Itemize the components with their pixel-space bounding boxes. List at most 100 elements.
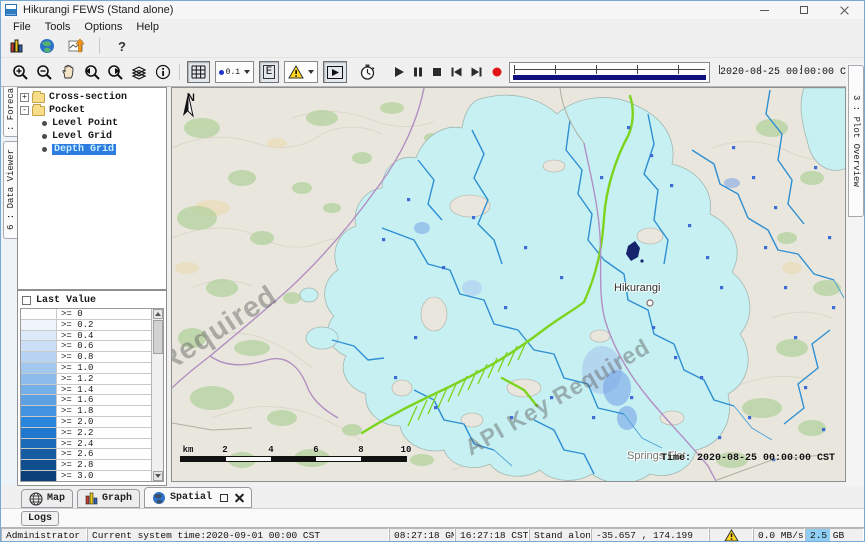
zoom-in-button[interactable] (11, 62, 30, 82)
legend-swatch (21, 352, 57, 362)
tree-item-depth-grid[interactable]: Depth Grid (42, 143, 164, 156)
tab-logs[interactable]: Logs (21, 511, 59, 526)
legend-label: >= 3.0 (57, 471, 93, 481)
legend-label: >= 2.2 (57, 428, 93, 438)
info-button[interactable] (154, 62, 172, 82)
legend-label: >= 2.6 (57, 449, 93, 459)
pause-button[interactable] (411, 62, 425, 82)
scale-unit: km (183, 445, 194, 455)
animation-settings-button[interactable] (358, 62, 377, 82)
legend-swatch (21, 309, 57, 319)
legend-swatch (21, 417, 57, 427)
zoom-in-icon (12, 64, 29, 81)
legend-swatch (21, 331, 57, 341)
stop-button[interactable] (430, 62, 444, 82)
pan-button[interactable] (59, 62, 77, 82)
legend-label: >= 1.8 (57, 406, 93, 416)
legend-swatch (21, 363, 57, 373)
legend-swatch (21, 385, 57, 395)
label-toggle-button[interactable]: E (259, 61, 279, 83)
grid-display-button[interactable] (187, 61, 210, 83)
legend-row: >= 0.8 (21, 352, 163, 363)
tab-data-viewer[interactable]: 6 : Data Viewer (3, 141, 17, 239)
record-button[interactable] (489, 62, 503, 82)
menu-file[interactable]: File (6, 20, 38, 34)
bottom-tab-bar: Map Graph Spatial (1, 486, 864, 509)
layers-icon (131, 65, 148, 80)
zoom-previous-button[interactable] (82, 62, 101, 82)
menu-bar: File Tools Options Help (1, 19, 864, 35)
zoom-out-button[interactable] (35, 62, 54, 82)
close-panel-icon[interactable] (235, 493, 244, 502)
animation-panel-button[interactable] (323, 61, 347, 83)
time-slider[interactable] (509, 62, 710, 83)
maximize-panel-icon[interactable] (220, 494, 228, 502)
status-warning[interactable] (709, 528, 753, 542)
tab-forecast[interactable]: 5 : Forecast (3, 87, 17, 137)
status-bar: Administrator Current system time:2020-0… (1, 528, 864, 542)
legend-label: >= 1.0 (57, 363, 93, 373)
logs-row: Logs (1, 509, 864, 528)
tree-item-pocket[interactable]: - Pocket (20, 104, 164, 117)
menu-options[interactable]: Options (77, 20, 129, 34)
scrollbar-thumb[interactable] (153, 320, 163, 354)
tab-spatial[interactable]: Spatial (144, 487, 252, 508)
pause-icon (412, 66, 424, 78)
maximize-button[interactable] (784, 1, 824, 19)
legend-row: >= 2.0 (21, 417, 163, 428)
legend-scrollbar[interactable] (151, 309, 163, 481)
window-title: Hikurangi FEWS (Stand alone) (23, 4, 173, 16)
status-gmt-time: 08:27:18 GMT (389, 528, 455, 542)
last-value-checkbox[interactable] (22, 296, 31, 305)
skip-start-icon (450, 66, 463, 78)
step-first-button[interactable] (449, 62, 464, 82)
step-last-button[interactable] (469, 62, 484, 82)
right-tab-strip: 3 : Plot Overview (846, 63, 865, 486)
status-system-time: Current system time:2020-09-01 00:00 CST (87, 528, 389, 542)
legend-row: >= 0.6 (21, 341, 163, 352)
town-marker (647, 300, 653, 306)
legend-label: >= 1.6 (57, 395, 93, 405)
legend-swatch (21, 320, 57, 330)
layers-button[interactable] (130, 62, 149, 82)
tree-item-cross-section[interactable]: + Cross-section (20, 91, 164, 104)
help-button[interactable]: ? (112, 36, 132, 56)
minimize-button[interactable] (744, 1, 784, 19)
tab-graph[interactable]: Graph (77, 489, 140, 508)
tab-map[interactable]: Map (21, 489, 73, 508)
scroll-up-icon[interactable] (153, 309, 163, 319)
title-bar[interactable]: Hikurangi FEWS (Stand alone) (1, 1, 864, 19)
tree-item-level-point[interactable]: Level Point (42, 117, 164, 130)
hand-icon (60, 64, 76, 80)
legend-panel: Last Value >= 0 >= 0.2 >= 0.4 >= 0.6 >= … (17, 290, 167, 486)
warning-threshold-dropdown[interactable] (284, 61, 318, 83)
zoom-next-button[interactable] (106, 62, 125, 82)
class-interval-dropdown[interactable]: 0.1 (215, 61, 254, 83)
layer-tree-panel: + Cross-section - Pocket Level Point Lev… (17, 87, 167, 290)
warning-icon (288, 65, 304, 79)
grid-icon (191, 65, 206, 80)
scroll-down-icon[interactable] (153, 471, 163, 481)
legend-row: >= 0.4 (21, 331, 163, 342)
database-explorer-button[interactable] (7, 36, 27, 56)
city-label: Hikurangi (614, 282, 660, 294)
scale-bar: km 2 4 6 8 10 (180, 445, 420, 467)
play-button[interactable] (392, 62, 406, 82)
record-icon (491, 66, 503, 78)
globe-icon (152, 491, 166, 505)
menu-tools[interactable]: Tools (38, 20, 78, 34)
close-button[interactable] (824, 1, 864, 19)
tab-plot-overview[interactable]: 3 : Plot Overview (848, 65, 864, 217)
collapse-icon[interactable]: - (20, 106, 29, 115)
legend-label: >= 0 (57, 309, 83, 319)
legend-row: >= 0.2 (21, 320, 163, 331)
menu-help[interactable]: Help (129, 20, 166, 34)
map-display-button[interactable] (37, 36, 57, 56)
expand-icon[interactable]: + (20, 93, 29, 102)
timeseries-import-button[interactable] (67, 36, 87, 56)
legend-label: >= 2.4 (57, 439, 93, 449)
tree-item-level-grid[interactable]: Level Grid (42, 130, 164, 143)
selected-tree-label: Depth Grid (52, 144, 116, 155)
main-toolbar: ? (1, 35, 864, 58)
map-view[interactable]: N API Key Required API Key Required Hiku… (171, 87, 846, 482)
